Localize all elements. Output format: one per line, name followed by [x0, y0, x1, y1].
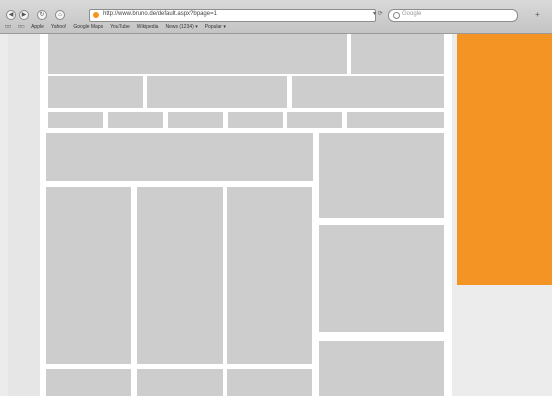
back-button[interactable]: ◀	[6, 10, 16, 20]
footer-block	[46, 369, 131, 396]
add-bookmark-button[interactable]: +	[532, 9, 543, 20]
menu-tab-block	[287, 112, 342, 128]
nav-block	[147, 76, 287, 108]
search-icon	[393, 12, 400, 19]
menu-tab-block	[48, 112, 103, 128]
bookmark-item[interactable]: □□	[5, 22, 11, 32]
footer-block	[227, 369, 312, 396]
nav-block	[292, 76, 444, 108]
bookmark-item[interactable]: Wikipedia	[137, 22, 159, 32]
home-button[interactable]: ⌂	[55, 10, 65, 20]
bookmark-item[interactable]: Popular ▾	[205, 22, 226, 32]
search-input[interactable]: Google	[388, 9, 518, 22]
column-block	[137, 187, 223, 364]
bookmark-item[interactable]: Yahoo!	[51, 22, 66, 32]
url-text: http://www.bruno.de/default.aspx?bpage=1	[103, 11, 217, 17]
sidebar-block	[319, 225, 444, 332]
menu-tab-block	[228, 112, 283, 128]
menu-tab-block	[108, 112, 163, 128]
bookmark-item[interactable]: YouTube	[110, 22, 130, 32]
left-gutter	[8, 34, 40, 396]
header-block	[48, 34, 347, 74]
sidebar-block	[319, 133, 444, 218]
url-bar[interactable]: http://www.bruno.de/default.aspx?bpage=1	[89, 9, 376, 22]
banner-block	[46, 133, 313, 181]
column-block	[227, 187, 312, 364]
forward-button[interactable]: ▶	[19, 10, 29, 20]
column-block	[46, 187, 131, 364]
bookmark-item[interactable]: News (1234) ▾	[165, 22, 197, 32]
site-favicon-icon	[93, 12, 99, 18]
menu-tab-block	[168, 112, 223, 128]
nav-block	[48, 76, 143, 108]
browser-toolbar: ◀ ▶ ↻ ⌂ http://www.bruno.de/default.aspx…	[0, 0, 552, 34]
bookmark-item[interactable]: Apple	[31, 22, 44, 32]
wireframe-content	[40, 34, 452, 396]
bookmark-item[interactable]: □□	[18, 22, 24, 32]
footer-block	[137, 369, 223, 396]
header-side-block	[351, 34, 444, 74]
advertisement-panel	[457, 34, 552, 285]
url-go-button[interactable]: ▾ ⟳	[373, 10, 383, 17]
reload-button[interactable]: ↻	[37, 10, 47, 20]
right-gutter	[452, 285, 552, 396]
sidebar-block	[319, 341, 444, 396]
search-placeholder: Google	[402, 11, 422, 17]
bookmarks-bar: □□ □□ Apple Yahoo! Google Maps YouTube W…	[5, 22, 226, 32]
menu-tab-block	[347, 112, 444, 128]
bookmark-item[interactable]: Google Maps	[73, 22, 103, 32]
